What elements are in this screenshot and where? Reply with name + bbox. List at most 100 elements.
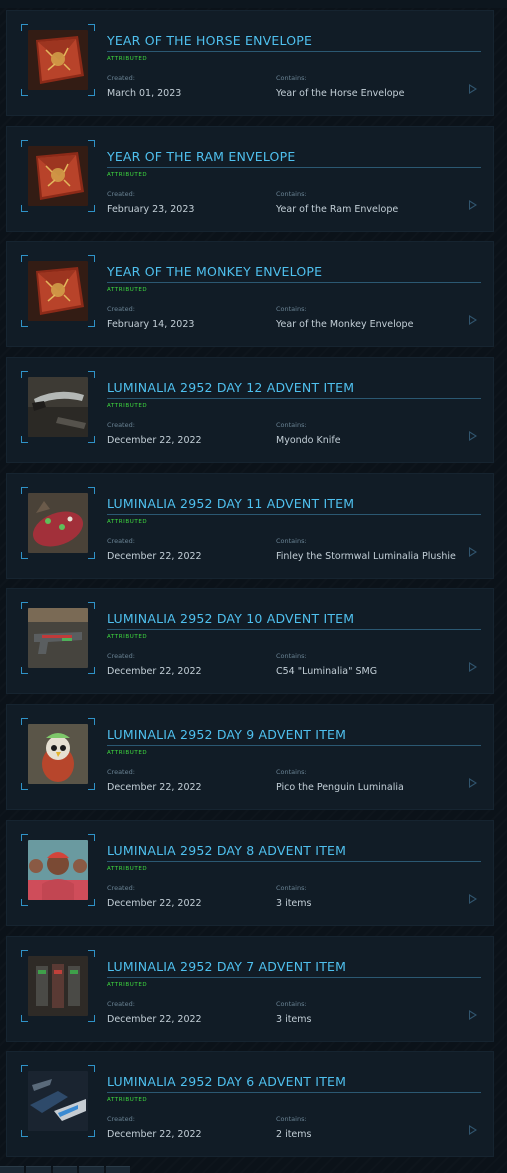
attributed-badge: ATTRIBUTED [107, 634, 148, 641]
expand-arrow-icon[interactable] [469, 84, 477, 94]
frame-corner [21, 833, 28, 841]
thumbnail-frame [21, 371, 95, 444]
frame-corner [21, 667, 28, 675]
thumbnail-frame [21, 718, 95, 791]
thumbnail-frame [21, 833, 95, 906]
expand-arrow-icon[interactable] [469, 546, 477, 557]
ship-paints-icon [28, 1071, 88, 1132]
contains-value: Myondo Knife [276, 435, 341, 447]
contains-label: Contains: [276, 883, 307, 892]
thumbnail-frame [21, 949, 95, 1022]
thumbnail-frame [21, 139, 95, 212]
contains-label: Contains: [276, 999, 307, 1008]
pledge-card[interactable]: YEAR OF THE HORSE ENVELOPE ATTRIBUTED Crea… [6, 10, 494, 116]
frame-corner [21, 320, 28, 328]
pledge-title[interactable]: LUMINALIA 2952 DAY 11 ADVENT ITEM [107, 496, 354, 511]
pager-segment[interactable] [52, 1166, 78, 1173]
attributed-badge: ATTRIBUTED [107, 287, 148, 294]
plushie-icon [28, 492, 88, 553]
pager[interactable] [0, 1166, 131, 1173]
pledge-card[interactable]: LUMINALIA 2952 DAY 9 ADVENT ITEM ATTRIBUT… [6, 704, 494, 811]
pledge-title[interactable]: YEAR OF THE RAM ENVELOPE [107, 149, 295, 164]
pledge-title[interactable]: LUMINALIA 2952 DAY 9 ADVENT ITEM [107, 727, 346, 742]
pager-segment[interactable] [105, 1166, 131, 1173]
frame-corner [88, 89, 95, 96]
created-value: December 22, 2022 [107, 1013, 202, 1025]
frame-corner [88, 1014, 95, 1022]
expand-arrow-icon[interactable] [469, 1009, 477, 1020]
expand-arrow-icon[interactable] [469, 662, 477, 673]
title-divider [107, 1092, 481, 1094]
expand-arrow-icon[interactable] [469, 1125, 477, 1136]
pledge-card[interactable]: LUMINALIA 2952 DAY 11 ADVENT ITEM ATTRIBU… [6, 472, 494, 579]
attributed-badge: ATTRIBUTED [107, 1097, 148, 1104]
frame-corner [88, 718, 95, 726]
frame-corner [88, 436, 95, 444]
title-divider [107, 629, 481, 631]
created-value: December 22, 2022 [107, 782, 202, 794]
contains-value: Year of the Ram Envelope [276, 203, 399, 215]
frame-corner [21, 1065, 28, 1073]
title-divider [107, 976, 481, 978]
attributed-badge: ATTRIBUTED [107, 750, 148, 757]
frame-corner [88, 320, 95, 328]
pledge-title[interactable]: LUMINALIA 2952 DAY 12 ADVENT ITEM [107, 380, 354, 395]
frame-corner [88, 602, 95, 610]
created-value: December 22, 2022 [107, 435, 202, 447]
attributed-badge: ATTRIBUTED [107, 865, 148, 872]
pager-segment[interactable] [0, 1166, 25, 1173]
pledge-title[interactable]: LUMINALIA 2952 DAY 7 ADVENT ITEM [107, 959, 346, 974]
thumbnail-frame [21, 24, 95, 96]
created-label: Created: [107, 652, 135, 661]
pledge-card[interactable]: LUMINALIA 2952 DAY 10 ADVENT ITEM ATTRIBU… [6, 588, 494, 695]
frame-corner [21, 1014, 28, 1022]
thumbnail-frame [21, 602, 95, 675]
frame-corner [88, 255, 95, 263]
pledge-card[interactable]: LUMINALIA 2952 DAY 7 ADVENT ITEM ATTRIBUT… [6, 935, 494, 1042]
frame-corner [88, 898, 95, 906]
contains-value: Pico the Penguin Luminalia [276, 782, 404, 794]
created-label: Created: [107, 999, 135, 1008]
pledge-title[interactable]: LUMINALIA 2952 DAY 8 ADVENT ITEM [107, 843, 346, 858]
contains-label: Contains: [276, 768, 307, 777]
contains-value: Finley the Stormwal Luminalia Plushie [276, 550, 456, 562]
title-divider [107, 398, 481, 400]
contains-value: Year of the Monkey Envelope [276, 319, 414, 331]
pledge-card[interactable]: LUMINALIA 2952 DAY 12 ADVENT ITEM ATTRIBU… [6, 357, 494, 464]
frame-corner [88, 551, 95, 559]
expand-arrow-icon[interactable] [469, 199, 477, 210]
title-divider [107, 282, 481, 284]
contains-label: Contains: [276, 1115, 307, 1124]
pledge-card[interactable]: YEAR OF THE RAM ENVELOPE ATTRIBUTED Create… [6, 125, 494, 232]
pager-segment[interactable] [26, 1166, 51, 1173]
thumbnail-frame [21, 255, 95, 328]
pledge-title[interactable]: YEAR OF THE MONKEY ENVELOPE [107, 264, 322, 279]
contains-value: 3 items [276, 1013, 312, 1025]
frame-corner [88, 667, 95, 675]
created-value: February 23, 2023 [107, 203, 195, 215]
pledge-card[interactable]: LUMINALIA 2952 DAY 6 ADVENT ITEM ATTRIBUT… [6, 1051, 494, 1158]
top-edge [0, 0, 507, 8]
frame-corner [21, 255, 28, 263]
frame-corner [21, 89, 28, 96]
frame-corner [21, 486, 28, 494]
title-divider [107, 166, 481, 168]
pledge-list: YEAR OF THE HORSE ENVELOPE ATTRIBUTED Crea… [6, 10, 494, 1167]
pledge-card[interactable]: LUMINALIA 2952 DAY 8 ADVENT ITEM ATTRIBUT… [6, 819, 494, 926]
created-label: Created: [107, 1115, 135, 1124]
expand-arrow-icon[interactable] [469, 315, 477, 326]
thumbnail-frame [21, 1065, 95, 1138]
contains-label: Contains: [276, 74, 307, 82]
pledge-card[interactable]: YEAR OF THE MONKEY ENVELOPE ATTRIBUTED Cre… [6, 241, 494, 348]
pager-segment[interactable] [79, 1166, 104, 1173]
pledge-title[interactable]: LUMINALIA 2952 DAY 10 ADVENT ITEM [107, 611, 354, 626]
frame-corner [21, 1130, 28, 1138]
expand-arrow-icon[interactable] [469, 431, 477, 442]
created-label: Created: [107, 421, 135, 430]
pledge-title[interactable]: YEAR OF THE HORSE ENVELOPE [107, 33, 312, 48]
expand-arrow-icon[interactable] [469, 778, 477, 789]
expand-arrow-icon[interactable] [469, 893, 477, 904]
frame-corner [21, 783, 28, 791]
pledge-title[interactable]: LUMINALIA 2952 DAY 6 ADVENT ITEM [107, 1074, 346, 1089]
contains-label: Contains: [276, 305, 307, 314]
